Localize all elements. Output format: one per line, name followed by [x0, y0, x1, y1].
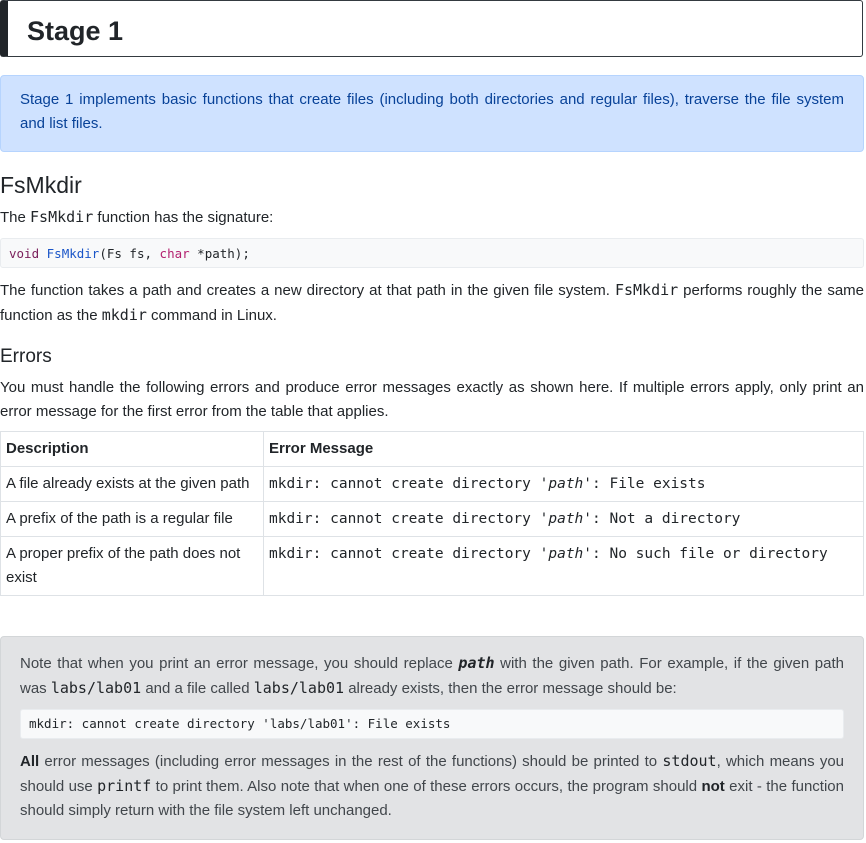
- msg-path: path: [548, 476, 584, 492]
- error-message: mkdir: cannot create directory 'path': N…: [263, 536, 864, 596]
- msg-text: mkdir: cannot create directory ': [269, 546, 549, 562]
- table-row: A file already exists at the given path …: [0, 466, 864, 502]
- inline-code: FsMkdir: [30, 208, 94, 226]
- msg-text: mkdir: cannot create directory ': [269, 476, 549, 492]
- note-alert: Note that when you print an error messag…: [0, 636, 864, 840]
- note-text: Note that when you print an error messag…: [20, 655, 459, 672]
- inline-code: mkdir: [101, 306, 147, 324]
- bold-text: All: [20, 753, 40, 770]
- error-description: A file already exists at the given path: [0, 466, 264, 502]
- msg-text: mkdir: cannot create directory ': [269, 511, 549, 527]
- signature-intro: The FsMkdir function has the signature:: [0, 205, 864, 230]
- stage-header: Stage 1: [0, 0, 863, 57]
- code-params: (Fs fs,: [99, 246, 160, 261]
- errors-heading: Errors: [0, 346, 52, 367]
- stage-intro-alert: Stage 1 implements basic functions that …: [0, 75, 864, 152]
- function-description: The function takes a path and creates a …: [0, 278, 864, 328]
- signature-code-block: void FsMkdir(Fs fs, char *path);: [0, 238, 864, 268]
- error-message: mkdir: cannot create directory 'path': N…: [263, 501, 864, 537]
- column-header-description: Description: [0, 431, 264, 467]
- signature-intro-text: function has the signature:: [93, 209, 274, 226]
- table-row: A proper prefix of the path does not exi…: [0, 536, 864, 596]
- errors-intro: You must handle the following errors and…: [0, 379, 864, 420]
- error-description: A proper prefix of the path does not exi…: [0, 536, 264, 596]
- note-text: already exists, then the error message s…: [344, 680, 677, 697]
- note-paragraph: All error messages (including error mess…: [20, 749, 844, 823]
- bold-text: not: [701, 778, 725, 795]
- inline-code: labs/lab01: [50, 679, 142, 697]
- signature-intro-text: The: [0, 209, 31, 226]
- note-text: and a file called: [141, 680, 254, 697]
- msg-text: ': File exists: [583, 476, 706, 492]
- msg-path: path: [548, 546, 584, 562]
- inline-code: stdout: [662, 752, 717, 770]
- desc-text: command in Linux.: [146, 307, 277, 324]
- errors-table: Description Error Message A file already…: [0, 431, 864, 596]
- code-keyword: void: [9, 246, 40, 261]
- error-description: A prefix of the path is a regular file: [0, 501, 264, 537]
- msg-path: path: [548, 511, 584, 527]
- note-text: error messages (including error messages…: [39, 753, 663, 770]
- note-paragraph: Note that when you print an error messag…: [20, 651, 844, 701]
- stage-title: Stage 1: [27, 16, 124, 46]
- desc-text: The function takes a path and creates a …: [0, 282, 615, 299]
- error-message: mkdir: cannot create directory 'path': F…: [263, 466, 864, 502]
- inline-code: labs/lab01: [253, 679, 345, 697]
- section-heading-fsmkdir: FsMkdir: [0, 172, 82, 198]
- table-header-row: Description Error Message: [0, 431, 864, 467]
- inline-code: path: [458, 654, 495, 672]
- inline-code: FsMkdir: [614, 281, 679, 299]
- code-params-rest: *path);: [189, 246, 250, 261]
- column-header-error-message: Error Message: [263, 431, 864, 467]
- example-code-block: mkdir: cannot create directory 'labs/lab…: [20, 709, 844, 739]
- code-function-name: FsMkdir: [46, 246, 100, 261]
- code-type: char: [159, 246, 190, 261]
- msg-text: ': Not a directory: [583, 511, 741, 527]
- note-text: to print them. Also note that when one o…: [151, 778, 702, 795]
- inline-code: printf: [97, 777, 152, 795]
- msg-text: ': No such file or directory: [583, 546, 828, 562]
- table-row: A prefix of the path is a regular file m…: [0, 501, 864, 537]
- stage-intro-text: Stage 1 implements basic functions that …: [20, 91, 844, 132]
